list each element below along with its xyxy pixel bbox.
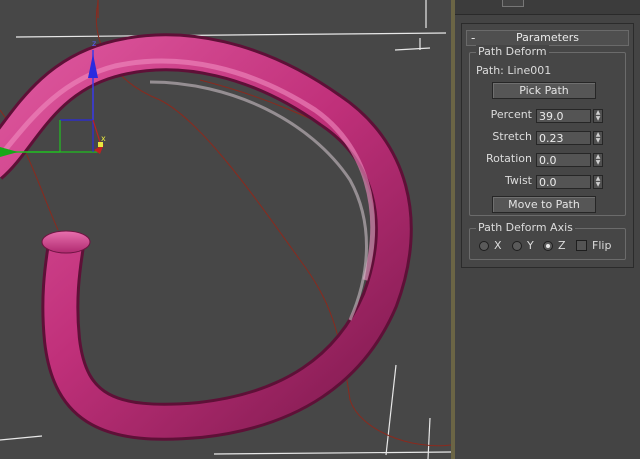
parameters-rollout-header[interactable]: - Parameters [466, 30, 629, 46]
tube-object [0, 33, 413, 441]
rotation-spinner[interactable]: ▲ ▼ [593, 153, 603, 167]
percent-field[interactable]: 39.0 [536, 109, 591, 123]
rotation-label: Rotation [485, 152, 532, 165]
axis-x-label: X [494, 239, 502, 252]
tube-end-cap [41, 230, 91, 254]
grid-line [394, 47, 431, 51]
parameters-rollout: - Parameters Path Deform Path: Line001 P… [461, 23, 634, 268]
pick-path-button[interactable]: Pick Path [492, 82, 596, 99]
panel-top-strip [455, 0, 640, 15]
path-name-label: Path: Line001 [476, 64, 552, 77]
percent-label: Percent [490, 108, 532, 121]
twist-label: Twist [505, 174, 532, 187]
path-deform-group-title: Path Deform [476, 45, 549, 59]
axis-y-radio[interactable] [512, 241, 522, 251]
command-panel: - Parameters Path Deform Path: Line001 P… [455, 0, 640, 459]
rollout-title: Parameters [516, 31, 579, 44]
path-deform-axis-group-title: Path Deform Axis [476, 221, 575, 235]
twist-field[interactable]: 0.0 [536, 175, 591, 189]
stretch-field[interactable]: 0.23 [536, 131, 591, 145]
grid-line [213, 451, 451, 455]
stretch-label: Stretch [492, 130, 532, 143]
axis-x-radio[interactable] [479, 241, 489, 251]
flip-label: Flip [592, 239, 612, 252]
grid-line [15, 32, 447, 38]
gizmo-x-label: x [101, 134, 106, 143]
grid-line [427, 417, 431, 459]
axis-z-radio[interactable] [543, 241, 553, 251]
spinner-down-icon[interactable]: ▼ [594, 160, 602, 166]
perspective-viewport[interactable]: z x [0, 0, 451, 459]
axis-z-label: Z [558, 239, 566, 252]
flip-checkbox[interactable] [576, 240, 587, 251]
stretch-spinner[interactable]: ▲ ▼ [593, 131, 603, 145]
move-to-path-button[interactable]: Move to Path [492, 196, 596, 213]
max-window: z x - Parameters Path Deform Path: Line0… [0, 0, 640, 459]
axis-y-label: Y [527, 239, 534, 252]
modifier-stack-edge [502, 0, 524, 7]
rotation-field[interactable]: 0.0 [536, 153, 591, 167]
viewport-scene: z x [0, 0, 451, 459]
gizmo-z-label: z [92, 39, 96, 48]
grid-line [385, 364, 397, 456]
spinner-down-icon[interactable]: ▼ [594, 182, 602, 188]
percent-spinner[interactable]: ▲ ▼ [593, 109, 603, 123]
twist-spinner[interactable]: ▲ ▼ [593, 175, 603, 189]
spinner-down-icon[interactable]: ▼ [594, 138, 602, 144]
grid-line [0, 435, 43, 441]
spinner-down-icon[interactable]: ▼ [594, 116, 602, 122]
